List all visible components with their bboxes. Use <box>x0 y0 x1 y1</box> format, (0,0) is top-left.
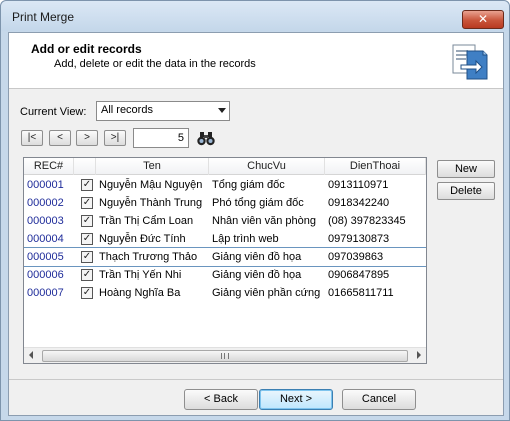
title-bar[interactable]: Print Merge ✕ <box>1 1 509 31</box>
table-header: REC# Ten ChucVu DienThoai <box>24 158 426 175</box>
table-row[interactable]: 000007 Hoàng Nghĩa Ba Giảng viên phần cứng… <box>24 284 426 302</box>
record-checkbox[interactable]: ✓ <box>81 215 93 227</box>
cell-rec[interactable]: 000006 <box>24 266 74 284</box>
records-table[interactable]: REC# Ten ChucVu DienThoai 000001 Nguyễn M… <box>23 157 427 364</box>
cell-dienthoai[interactable]: 0918342240 <box>325 194 426 212</box>
table-row[interactable]: 000004 Nguyễn Đức Tính Lập trình web 097913… <box>24 230 426 248</box>
record-checkbox[interactable]: ✓ <box>81 179 93 191</box>
record-number-input[interactable]: 5 <box>133 128 189 148</box>
next-button[interactable]: Next > <box>259 389 333 410</box>
cell-rec[interactable]: 000007 <box>24 284 74 302</box>
table-row[interactable]: 000001 Nguyễn Mậu Nguyện Tổng giám đốc 0913… <box>24 176 426 194</box>
cell-ten[interactable]: Nguyễn Thành Trung <box>96 194 209 212</box>
dialog-body: Add or edit records Add, delete or edit … <box>8 32 504 416</box>
cell-ten[interactable]: Trần Thị Yến Nhi <box>96 266 209 284</box>
cell-dienthoai[interactable]: 0906847895 <box>325 266 426 284</box>
column-header-ten[interactable]: Ten <box>96 158 209 175</box>
table-row[interactable]: 000006 Trần Thị Yến Nhi Giảng viên đồ họa 0… <box>24 266 426 284</box>
merge-document-icon <box>452 44 488 80</box>
next-record-button[interactable]: > <box>76 130 98 146</box>
scrollbar-thumb[interactable] <box>42 350 408 362</box>
current-view-value: All records <box>101 104 153 116</box>
record-checkbox[interactable]: ✓ <box>81 251 93 263</box>
cell-rec[interactable]: 000005 <box>24 248 74 266</box>
cell-dienthoai[interactable]: (08) 397823345 <box>325 212 426 230</box>
table-row[interactable]: 000003 Trần Thị Cẩm Loan Nhân viên văn phò… <box>24 212 426 230</box>
close-button[interactable]: ✕ <box>462 10 504 29</box>
last-record-button[interactable]: >| <box>104 130 126 146</box>
back-button[interactable]: < Back <box>184 389 258 410</box>
cell-chucvu[interactable]: Giảng viên phần cứng <box>209 284 325 302</box>
table-row[interactable]: 000005 Thạch Trương Thảo Giảng viên đồ họa… <box>24 247 426 267</box>
cell-ten[interactable]: Nguyễn Mậu Nguyện <box>96 176 209 194</box>
new-record-button[interactable]: New <box>437 160 495 178</box>
binoculars-icon[interactable] <box>195 129 217 147</box>
cell-chucvu[interactable]: Giảng viên đồ họa <box>209 248 325 266</box>
grip-icon <box>221 353 229 359</box>
cell-chucvu[interactable]: Giảng viên đồ họa <box>209 266 325 284</box>
cell-chucvu[interactable]: Tổng giám đốc <box>209 176 325 194</box>
column-header-chucvu[interactable]: ChucVu <box>209 158 325 175</box>
cancel-button[interactable]: Cancel <box>342 389 416 410</box>
horizontal-scrollbar[interactable] <box>24 347 426 363</box>
window-title: Print Merge <box>12 10 75 24</box>
cell-rec[interactable]: 000004 <box>24 230 74 248</box>
cell-chucvu[interactable]: Nhân viên văn phòng <box>209 212 325 230</box>
delete-record-button[interactable]: Delete <box>437 182 495 200</box>
cell-rec[interactable]: 000002 <box>24 194 74 212</box>
cell-ten[interactable]: Hoàng Nghĩa Ba <box>96 284 209 302</box>
first-record-button[interactable]: |< <box>21 130 43 146</box>
column-header-rec[interactable]: REC# <box>24 158 74 175</box>
header-band: Add or edit records Add, delete or edit … <box>9 33 503 89</box>
page-subtitle: Add, delete or edit the data in the reco… <box>54 58 256 70</box>
page-title: Add or edit records <box>31 42 142 56</box>
footer-divider <box>9 379 503 380</box>
cell-chucvu[interactable]: Lập trình web <box>209 230 325 248</box>
cell-rec[interactable]: 000001 <box>24 176 74 194</box>
cell-chucvu[interactable]: Phó tổng giám đốc <box>209 194 325 212</box>
scroll-left-icon[interactable] <box>29 351 33 359</box>
column-header-dienthoai[interactable]: DienThoai <box>325 158 426 175</box>
cell-dienthoai[interactable]: 01665811711 <box>325 284 426 302</box>
previous-record-button[interactable]: < <box>49 130 71 146</box>
cell-ten[interactable]: Trần Thị Cẩm Loan <box>96 212 209 230</box>
record-checkbox[interactable]: ✓ <box>81 287 93 299</box>
cell-dienthoai[interactable]: 097039863 <box>325 248 426 266</box>
record-checkbox[interactable]: ✓ <box>81 269 93 281</box>
record-checkbox[interactable]: ✓ <box>81 197 93 209</box>
cell-ten[interactable]: Nguyễn Đức Tính <box>96 230 209 248</box>
print-merge-window: Print Merge ✕ Add or edit records Add, d… <box>0 0 510 421</box>
record-checkbox[interactable]: ✓ <box>81 233 93 245</box>
cell-ten[interactable]: Thạch Trương Thảo <box>96 248 209 266</box>
cell-dienthoai[interactable]: 0979130873 <box>325 230 426 248</box>
table-row[interactable]: 000002 Nguyễn Thành Trung Phó tổng giám đố… <box>24 194 426 212</box>
cell-rec[interactable]: 000003 <box>24 212 74 230</box>
chevron-down-icon <box>218 108 226 113</box>
column-header-check <box>74 158 96 175</box>
scroll-right-icon[interactable] <box>417 351 421 359</box>
cell-dienthoai[interactable]: 0913110971 <box>325 176 426 194</box>
current-view-label: Current View: <box>20 106 87 118</box>
current-view-dropdown[interactable]: All records <box>96 101 230 121</box>
